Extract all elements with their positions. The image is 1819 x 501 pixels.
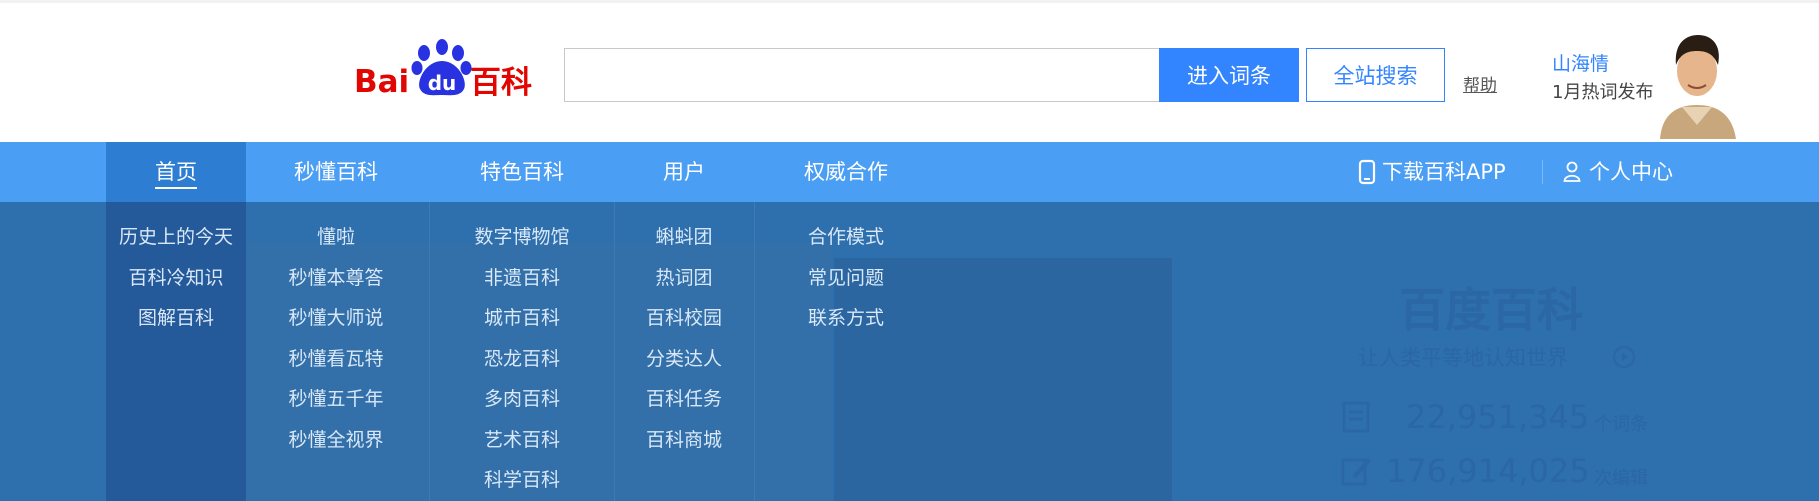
document-icon <box>1342 401 1370 433</box>
background-editors-count: 176,914,025 <box>1386 452 1590 490</box>
dropdown-link[interactable]: 艺术百科 <box>430 425 614 452</box>
dropdown-link[interactable]: 数字博物馆 <box>430 222 614 249</box>
nav-tab-cooperation[interactable]: 权威合作 <box>754 142 938 202</box>
dropdown-link[interactable]: 百科冷知识 <box>106 263 246 290</box>
dropdown-link[interactable]: 百科任务 <box>614 384 754 411</box>
user-icon <box>1563 161 1581 182</box>
enter-entry-button[interactable]: 进入词条 <box>1159 48 1299 102</box>
phone-icon <box>1358 159 1376 185</box>
dropdown-link[interactable]: 分类达人 <box>614 344 754 371</box>
header: du Bai 百科 进入词条 全站搜索 帮助 山海情 1月热词发布 <box>0 0 1819 142</box>
user-center-link[interactable]: 个人中心 <box>1563 142 1673 202</box>
dropdown-link[interactable]: 百科商城 <box>614 425 754 452</box>
dropdown-link[interactable]: 科学百科 <box>430 465 614 492</box>
background-entries-unit: 个词条 <box>1594 414 1648 435</box>
background-brand: 百度百科 <box>1399 283 1583 337</box>
svg-text:Bai: Bai <box>354 64 409 100</box>
play-circle-icon <box>1613 346 1635 368</box>
search-input[interactable] <box>564 48 1160 102</box>
dropdown-link[interactable]: 懂啦 <box>246 222 426 249</box>
dropdown-link[interactable]: 百科校园 <box>614 303 754 330</box>
nav-tab-users[interactable]: 用户 <box>614 142 754 202</box>
nav-divider <box>1542 160 1543 184</box>
nav-tab-home[interactable]: 首页 <box>106 142 246 202</box>
dropdown-link[interactable]: 图解百科 <box>106 303 246 330</box>
background-entries-count: 22,951,345 <box>1406 398 1590 436</box>
promo-title[interactable]: 山海情 <box>1552 49 1609 76</box>
nav-tab-featured[interactable]: 特色百科 <box>430 142 614 202</box>
dropdown-column-featured: 数字博物馆 非遗百科 城市百科 恐龙百科 多肉百科 艺术百科 科学百科 <box>430 202 614 501</box>
dropdown-link[interactable]: 秒懂看瓦特 <box>246 344 426 371</box>
dropdown-link[interactable]: 非遗百科 <box>430 263 614 290</box>
dropdown-column-cooperation: 合作模式 常见问题 联系方式 <box>754 202 938 501</box>
dropdown-link[interactable]: 联系方式 <box>754 303 938 330</box>
dropdown-link[interactable]: 多肉百科 <box>430 384 614 411</box>
svg-text:du: du <box>428 71 457 95</box>
baidu-baike-logo[interactable]: du Bai 百科 <box>354 37 540 103</box>
dropdown-link[interactable]: 城市百科 <box>430 303 614 330</box>
edit-icon <box>1341 458 1371 486</box>
dropdown-link[interactable]: 秒懂大师说 <box>246 303 426 330</box>
dropdown-link[interactable]: 秒懂全视界 <box>246 425 426 452</box>
dropdown-link[interactable]: 秒懂五千年 <box>246 384 426 411</box>
svg-text:百科: 百科 <box>470 65 532 101</box>
dropdown-link[interactable]: 合作模式 <box>754 222 938 249</box>
dropdown-link[interactable]: 常见问题 <box>754 263 938 290</box>
background-slogan: 让人类平等地认知世界 <box>1358 346 1568 370</box>
promo-subtitle[interactable]: 1月热词发布 <box>1552 78 1653 104</box>
download-app-link[interactable]: 下载百科APP <box>1358 142 1506 202</box>
dropdown-link[interactable]: 恐龙百科 <box>430 344 614 371</box>
dropdown-column-home: 历史上的今天 百科冷知识 图解百科 <box>106 202 246 501</box>
dropdown-link[interactable]: 秒懂本尊答 <box>246 263 426 290</box>
dropdown-link[interactable]: 历史上的今天 <box>106 222 246 249</box>
nav-dropdown-panel: 百度百科 让人类平等地认知世界 22,951,345 个词条 176,914,0… <box>0 202 1819 501</box>
nav-tab-miaodong[interactable]: 秒懂百科 <box>246 142 426 202</box>
background-editors-unit: 次编辑 <box>1594 468 1648 489</box>
help-link[interactable]: 帮助 <box>1463 71 1497 96</box>
dropdown-link[interactable]: 热词团 <box>614 263 754 290</box>
main-nav: 首页 秒懂百科 特色百科 用户 权威合作 下载百科APP 个人中心 <box>0 142 1819 202</box>
dropdown-column-users: 蝌蚪团 热词团 百科校园 分类达人 百科任务 百科商城 <box>614 202 754 501</box>
promo-avatar[interactable] <box>1652 25 1742 139</box>
dropdown-column-miaodong: 懂啦 秒懂本尊答 秒懂大师说 秒懂看瓦特 秒懂五千年 秒懂全视界 <box>246 202 426 501</box>
site-search-button[interactable]: 全站搜索 <box>1306 48 1445 102</box>
dropdown-link[interactable]: 蝌蚪团 <box>614 222 754 249</box>
